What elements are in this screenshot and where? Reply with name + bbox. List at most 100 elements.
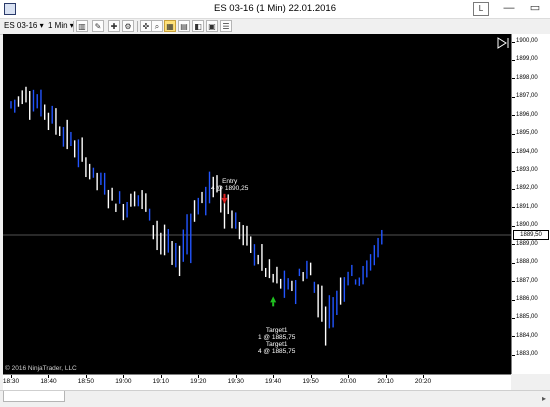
price-tick-mark: [512, 336, 515, 338]
entry-annotation: Entry 4 @ 1890,25: [211, 178, 248, 192]
interval-label: 1 Min: [48, 21, 68, 30]
price-axis[interactable]: 1889,50 1900,00 1899,00 1898,00 1897,00 1896…: [511, 34, 550, 374]
price-tick-label: 1889,00: [516, 240, 538, 247]
strategy-icon[interactable]: ⚙: [122, 20, 134, 32]
price-tick-label: 1886,00: [516, 296, 538, 302]
time-tick-mark: [85, 375, 87, 378]
target-annotation-2: Target1 4 @ 1885,75: [258, 341, 295, 355]
zoom-icon[interactable]: ⌕: [151, 20, 163, 32]
price-tick-label: 1894,00: [516, 148, 538, 155]
price-tick-mark: [512, 281, 515, 283]
target1-label: Target1: [265, 327, 288, 334]
time-tick-label: 20:00: [339, 378, 357, 385]
minimize-button[interactable]: —: [496, 0, 522, 18]
price-tick-label: 1890,00: [516, 222, 538, 229]
price-tick-mark: [512, 152, 515, 154]
chart-plot-area[interactable]: Entry 4 @ 1890,25 Target1 1 @ 1885,75 Ta…: [3, 34, 511, 374]
chart-toolbar: ES 03-16 ▾ 1 Min ▾ ▥ ✎ ✚ ⚙ ✜ ⌕ ▦ ▤ ◧ ▣ ☰: [0, 19, 550, 35]
price-tick-mark: [512, 299, 515, 301]
price-tick-label: 1885,00: [516, 314, 538, 321]
time-tick-label: 18:30: [2, 378, 20, 385]
target1-detail: 1 @ 1885,75: [258, 334, 296, 341]
bars-type-icon[interactable]: ▥: [76, 20, 88, 32]
time-tick-mark: [348, 375, 350, 378]
properties-icon[interactable]: ▤: [178, 20, 190, 32]
entry-detail: 4 @ 1890,25: [211, 185, 249, 192]
candlestick-chart: [3, 86, 511, 346]
play-icon[interactable]: [497, 37, 509, 49]
time-axis[interactable]: 18:30 18:40 18:50 19:00 19:10 19:20 19:30 19:40…: [3, 374, 511, 391]
copyright-text: © 2016 NinjaTrader, LLC: [5, 365, 77, 372]
price-tick-mark: [512, 78, 515, 80]
price-tick-label: 1892,00: [516, 185, 538, 192]
time-tick-mark: [198, 375, 200, 378]
entry-arrow-icon: [221, 197, 228, 204]
interval-selector[interactable]: 1 Min ▾: [48, 20, 74, 32]
time-tick-label: 18:40: [40, 378, 57, 385]
price-tick-label: 1900,00: [516, 38, 538, 45]
chevron-down-icon: ▾: [39, 21, 44, 30]
price-tick-mark: [512, 115, 515, 117]
target-annotation-1: Target1 1 @ 1885,75: [258, 327, 295, 341]
entry-label: Entry: [222, 178, 238, 185]
time-tick-label: 19:10: [152, 378, 169, 385]
entry-arrow-stem: [223, 193, 226, 198]
price-tick-mark: [512, 317, 515, 319]
time-tick-mark: [160, 375, 162, 378]
maximize-button[interactable]: ▭: [522, 0, 548, 18]
drawing-tool-icon[interactable]: ✎: [92, 20, 104, 32]
price-tick-mark: [512, 170, 515, 172]
time-tick-mark: [235, 375, 237, 378]
price-tick-mark: [512, 225, 515, 227]
price-tick-mark: [512, 96, 515, 98]
current-price-marker: 1889,50: [513, 230, 549, 240]
price-tick-mark: [512, 59, 515, 61]
price-tick-label: 1884,00: [516, 332, 538, 339]
price-tick-label: 1891,00: [516, 203, 538, 210]
price-tick-mark: [512, 244, 515, 246]
price-tick-mark: [512, 41, 515, 43]
toolbar-separator: [137, 21, 138, 32]
time-tick-label: 19:50: [302, 378, 319, 385]
price-tick-mark: [512, 188, 515, 190]
settings-icon[interactable]: ☰: [220, 20, 232, 32]
chart-trader-icon[interactable]: ▦: [164, 20, 176, 32]
chart-tab[interactable]: [3, 391, 65, 402]
data-box-icon[interactable]: ◧: [192, 20, 204, 32]
exit-arrow-icon: [270, 296, 277, 303]
price-tick-label: 1883,00: [516, 351, 538, 358]
price-tick-label: 1896,00: [516, 111, 538, 118]
price-tick-label: 1895,00: [516, 130, 538, 137]
exit-arrow-stem: [272, 302, 275, 307]
toolbar-separator: [73, 21, 74, 32]
price-tick-label: 1887,00: [516, 277, 538, 284]
window-title: ES 03-16 (1 Min) 22.01.2016: [214, 3, 336, 14]
time-tick-label: 18:50: [77, 378, 95, 385]
price-tick-mark: [512, 133, 515, 135]
layout-button[interactable]: L: [473, 2, 489, 16]
price-tick-label: 1893,00: [516, 167, 538, 174]
time-tick-label: 19:30: [227, 378, 244, 385]
snapshot-icon[interactable]: ▣: [206, 20, 218, 32]
time-tick-label: 19:20: [190, 378, 207, 385]
price-tick-label: 1897,00: [516, 93, 538, 100]
price-tick-mark: [512, 207, 515, 209]
time-tick-label: 19:00: [115, 378, 132, 385]
instrument-label: ES 03-16: [4, 21, 38, 30]
target2-detail: 4 @ 1885,75: [258, 348, 296, 355]
time-tick-label: 20:20: [414, 378, 432, 385]
chart-tab-bar: ▸: [0, 390, 550, 407]
price-tick-label: 1899,00: [516, 56, 538, 63]
indicator-icon[interactable]: ✚: [108, 20, 120, 32]
price-tick-mark: [512, 354, 515, 356]
time-tick-mark: [273, 375, 275, 378]
instrument-selector[interactable]: ES 03-16 ▾: [4, 20, 44, 32]
target2-label: Target1: [265, 341, 288, 348]
time-tick-mark: [11, 375, 12, 378]
time-tick-mark: [423, 375, 424, 378]
time-tick-mark: [385, 375, 387, 378]
time-tick-label: 20:10: [377, 378, 394, 385]
price-tick-label: 1888,00: [516, 259, 538, 266]
scroll-right-icon[interactable]: ▸: [542, 394, 546, 403]
title-bar: ES 03-16 (1 Min) 22.01.2016 L — ▭: [0, 0, 550, 19]
